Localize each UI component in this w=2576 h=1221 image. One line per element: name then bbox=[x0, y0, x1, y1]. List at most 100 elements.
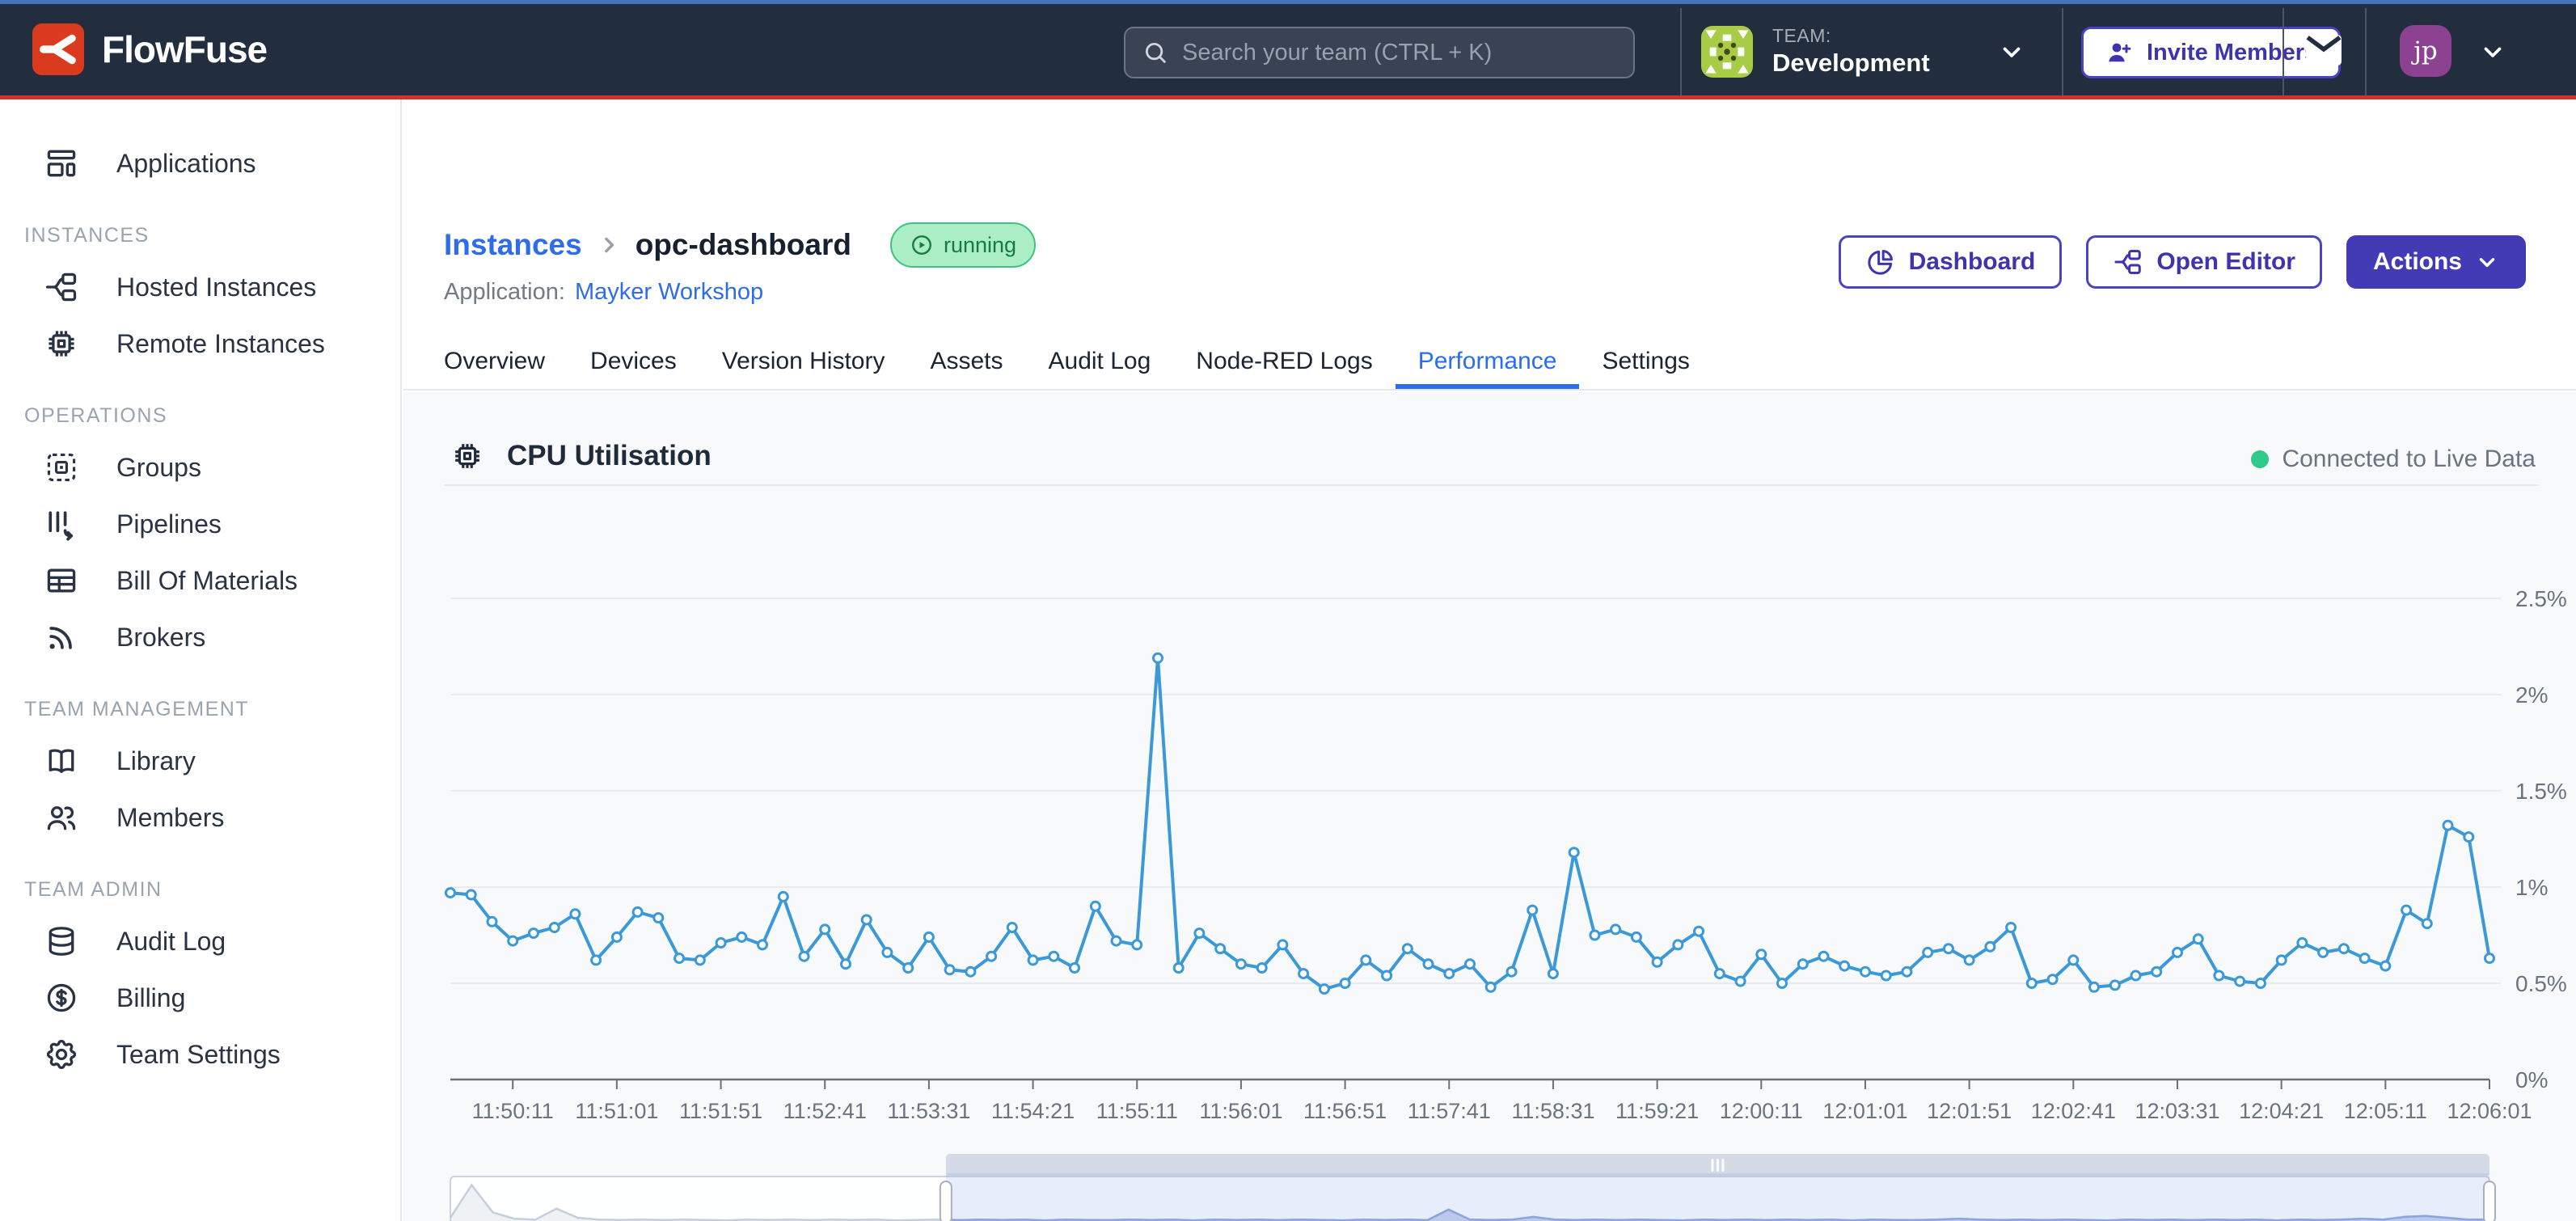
team-chevron-down-icon[interactable] bbox=[1998, 38, 2025, 65]
cpu-data-point[interactable] bbox=[1216, 944, 1225, 953]
cpu-data-point[interactable] bbox=[2152, 967, 2161, 976]
sidebar-item-applications[interactable]: Applications bbox=[0, 135, 400, 192]
cpu-data-point[interactable] bbox=[842, 960, 851, 969]
cpu-data-point[interactable] bbox=[2007, 923, 2016, 932]
cpu-data-point[interactable] bbox=[1236, 960, 1245, 969]
cpu-data-point[interactable] bbox=[2402, 906, 2411, 915]
cpu-data-point[interactable] bbox=[2173, 948, 2182, 957]
cpu-data-point[interactable] bbox=[2069, 956, 2078, 965]
cpu-data-point[interactable] bbox=[2422, 919, 2431, 928]
cpu-data-point[interactable] bbox=[862, 915, 871, 924]
cpu-data-point[interactable] bbox=[1133, 940, 1142, 949]
cpu-data-point[interactable] bbox=[883, 948, 892, 957]
cpu-data-point[interactable] bbox=[1362, 956, 1370, 965]
cpu-data-point[interactable] bbox=[716, 939, 725, 948]
cpu-data-point[interactable] bbox=[1611, 925, 1620, 934]
cpu-data-point[interactable] bbox=[1528, 906, 1537, 915]
cpu-data-point[interactable] bbox=[1486, 982, 1495, 991]
search-input[interactable] bbox=[1182, 40, 1617, 66]
sidebar-item-pipelines[interactable]: Pipelines bbox=[0, 496, 400, 552]
sidebar-item-team-settings[interactable]: Team Settings bbox=[0, 1026, 400, 1083]
cpu-data-point[interactable] bbox=[1320, 985, 1328, 994]
sidebar-item-members[interactable]: Members bbox=[0, 789, 400, 846]
cpu-data-point[interactable] bbox=[695, 956, 704, 965]
cpu-data-point[interactable] bbox=[1049, 952, 1058, 961]
sidebar-item-billing[interactable]: Billing bbox=[0, 970, 400, 1026]
cpu-data-point[interactable] bbox=[654, 914, 663, 923]
cpu-data-point[interactable] bbox=[1195, 929, 1204, 938]
tab-node-red-logs[interactable]: Node-RED Logs bbox=[1173, 339, 1395, 389]
cpu-data-point[interactable] bbox=[945, 965, 954, 974]
cpu-data-point[interactable] bbox=[1007, 923, 1016, 932]
cpu-data-point[interactable] bbox=[2485, 954, 2494, 963]
cpu-data-point[interactable] bbox=[758, 940, 767, 949]
cpu-data-point[interactable] bbox=[1757, 950, 1766, 959]
cpu-data-point[interactable] bbox=[571, 910, 580, 919]
team-search[interactable] bbox=[1124, 27, 1635, 78]
cpu-data-point[interactable] bbox=[1861, 967, 1870, 976]
sidebar-item-bill-of-materials[interactable]: Bill Of Materials bbox=[0, 552, 400, 609]
cpu-data-point[interactable] bbox=[612, 932, 621, 941]
cpu-data-point[interactable] bbox=[550, 923, 559, 932]
cpu-data-point[interactable] bbox=[1840, 961, 1849, 970]
brush-handle-left[interactable] bbox=[940, 1181, 952, 1221]
cpu-data-point[interactable] bbox=[1819, 952, 1828, 961]
cpu-data-point[interactable] bbox=[1715, 970, 1724, 978]
cpu-data-point[interactable] bbox=[1341, 979, 1349, 988]
cpu-data-point[interactable] bbox=[1653, 957, 1662, 966]
cpu-data-point[interactable] bbox=[1695, 927, 1704, 936]
breadcrumb-instances-link[interactable]: Instances bbox=[444, 228, 582, 262]
cpu-data-point[interactable] bbox=[987, 952, 996, 961]
cpu-data-point[interactable] bbox=[1466, 960, 1475, 969]
cpu-data-point[interactable] bbox=[2443, 821, 2452, 830]
flowfuse-logo[interactable]: FlowFuse bbox=[32, 23, 267, 75]
tab-version-history[interactable]: Version History bbox=[699, 339, 908, 389]
cpu-data-point[interactable] bbox=[1632, 932, 1641, 941]
actions-button[interactable]: Actions bbox=[2346, 235, 2526, 289]
team-selector[interactable]: TEAM: Development bbox=[1701, 25, 2025, 78]
cpu-data-point[interactable] bbox=[1798, 960, 1807, 969]
cpu-data-point[interactable] bbox=[2110, 981, 2119, 990]
cpu-data-point[interactable] bbox=[1091, 902, 1100, 910]
tab-assets[interactable]: Assets bbox=[907, 339, 1025, 389]
cpu-data-point[interactable] bbox=[633, 907, 642, 916]
tab-audit-log[interactable]: Audit Log bbox=[1026, 339, 1174, 389]
cpu-data-point[interactable] bbox=[1902, 967, 1911, 976]
user-menu-chevron-down-icon[interactable] bbox=[2479, 38, 2506, 65]
cpu-data-point[interactable] bbox=[1569, 848, 1578, 857]
sidebar-item-audit-log[interactable]: Audit Log bbox=[0, 913, 400, 970]
cpu-data-point[interactable] bbox=[2194, 935, 2202, 944]
user-avatar[interactable]: jp bbox=[2400, 25, 2451, 77]
cpu-data-point[interactable] bbox=[1424, 960, 1433, 969]
cpu-data-point[interactable] bbox=[821, 925, 830, 934]
cpu-data-point[interactable] bbox=[2090, 982, 2099, 991]
cpu-data-point[interactable] bbox=[1674, 940, 1683, 949]
cpu-data-point[interactable] bbox=[2319, 948, 2328, 957]
invite-members-button[interactable]: Invite Members bbox=[2081, 27, 2341, 78]
tab-settings[interactable]: Settings bbox=[1579, 339, 1712, 389]
sidebar-item-remote-instances[interactable]: Remote Instances bbox=[0, 315, 400, 372]
cpu-data-point[interactable] bbox=[1028, 956, 1037, 965]
chart-range-brush[interactable] bbox=[403, 1144, 2576, 1221]
cpu-data-point[interactable] bbox=[675, 954, 684, 963]
sidebar-item-groups[interactable]: Groups bbox=[0, 439, 400, 496]
cpu-data-point[interactable] bbox=[1383, 971, 1391, 980]
cpu-data-point[interactable] bbox=[1881, 971, 1890, 980]
tab-devices[interactable]: Devices bbox=[568, 339, 699, 389]
cpu-data-point[interactable] bbox=[2339, 944, 2348, 953]
cpu-data-point[interactable] bbox=[2256, 979, 2265, 988]
cpu-data-point[interactable] bbox=[592, 956, 601, 965]
brush-grip-icon[interactable] bbox=[1717, 1159, 1719, 1172]
cpu-data-point[interactable] bbox=[904, 964, 913, 973]
cpu-data-point[interactable] bbox=[509, 936, 517, 945]
sidebar-item-brokers[interactable]: Brokers bbox=[0, 609, 400, 665]
cpu-data-point[interactable] bbox=[1299, 970, 1308, 978]
cpu-data-point[interactable] bbox=[2381, 961, 2390, 970]
cpu-data-point[interactable] bbox=[2464, 833, 2473, 842]
cpu-data-point[interactable] bbox=[1986, 942, 1995, 951]
cpu-data-point[interactable] bbox=[1590, 931, 1599, 940]
sidebar-item-library[interactable]: Library bbox=[0, 733, 400, 789]
cpu-data-point[interactable] bbox=[488, 917, 496, 926]
cpu-data-point[interactable] bbox=[2027, 979, 2036, 988]
cpu-data-point[interactable] bbox=[1278, 940, 1287, 949]
